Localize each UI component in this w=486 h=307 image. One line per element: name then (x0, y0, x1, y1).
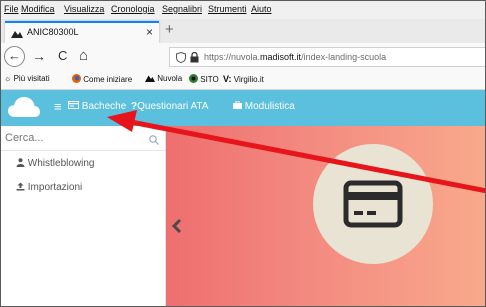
menu-file-label: File (4, 4, 19, 14)
url-text: https://nuvola.madisoft.it/index-landing… (204, 52, 386, 62)
chevron-left-icon[interactable] (170, 218, 182, 234)
navigation-bar: ← → C ⌂ https://nuvola.madisoft.it/index… (1, 43, 485, 71)
cloud-favicon-icon (11, 31, 23, 38)
briefcase-icon (233, 100, 242, 109)
hamburger-menu-icon[interactable]: ≡ (54, 99, 62, 114)
menu-file[interactable]: File (4, 4, 19, 14)
nav-questionari-label: Questionari ATA (137, 101, 209, 112)
tab-anic80300l[interactable]: ANIC80300L × (5, 21, 159, 43)
gear-icon: ☼ (4, 74, 12, 83)
search-box (3, 132, 161, 150)
site-icon (189, 74, 198, 83)
feature-icon-circle (313, 144, 433, 264)
shield-icon[interactable] (176, 52, 186, 63)
bookmark-label: Più visitati (13, 74, 50, 83)
bookmark-come-iniziare[interactable]: Come iniziare (72, 74, 132, 84)
menu-strumenti[interactable]: Strumenti (208, 4, 247, 14)
url-domain: madisoft.it (260, 52, 302, 62)
nav-modulistica[interactable]: Modulistica (233, 100, 295, 112)
bookmark-piu-visitati[interactable]: ☼ Più visitati (4, 74, 50, 83)
tab-strip: ANIC80300L × + (1, 19, 485, 43)
sidebar-item-label: Whistleblowing (27, 158, 95, 169)
menu-bar: File Modifica Visualizza Cronologia Segn… (1, 1, 485, 19)
bookmark-nuvola[interactable]: Nuvola (145, 74, 182, 83)
nav-modulistica-label: Modulistica (244, 101, 295, 112)
menu-segnalibri-label: Segnalibri (162, 4, 203, 14)
cloud-icon (145, 75, 155, 82)
menu-modifica[interactable]: Modifica (21, 4, 55, 14)
nuvola-logo-icon[interactable] (7, 95, 41, 119)
menu-aiuto-label: Aiuto (251, 4, 272, 14)
app-header: ≡ Bacheche ?Questionari ATA Modulistica (1, 90, 485, 126)
menu-modifica-label: Modifica (21, 4, 55, 14)
browser-window: File Modifica Visualizza Cronologia Segn… (0, 0, 486, 307)
bookmark-label: SITO (200, 75, 219, 84)
bookmark-label: Nuvola (157, 74, 183, 83)
menu-segnalibri[interactable]: Segnalibri (162, 4, 202, 14)
tab-close-icon[interactable]: × (146, 25, 153, 39)
sidebar-item-importazioni[interactable]: Importazioni (16, 182, 82, 193)
menu-cronologia[interactable]: Cronologia (111, 4, 155, 14)
sidebar: Whistleblowing Importazioni (1, 126, 166, 306)
search-icon[interactable] (149, 135, 159, 145)
sidebar-item-label: Importazioni (27, 182, 83, 193)
menu-strumenti-label: Strumenti (208, 4, 247, 14)
back-icon[interactable]: ← (4, 46, 25, 67)
main-content (166, 126, 485, 306)
url-path: /index-landing-scuola (301, 52, 387, 62)
url-prefix: https://nuvola. (204, 52, 261, 62)
menu-cronologia-label: Cronologia (111, 4, 155, 14)
bookmark-sito[interactable]: SITO (189, 74, 219, 84)
sidebar-item-whistleblowing[interactable]: Whistleblowing (16, 158, 94, 169)
bookmark-virgilio[interactable]: V: Virgilio.it (223, 74, 264, 84)
credit-card-icon (343, 180, 403, 228)
card-icon (68, 101, 79, 109)
nav-bacheche[interactable]: Bacheche (68, 101, 126, 112)
tab-title: ANIC80300L (27, 27, 79, 37)
search-input[interactable] (5, 132, 125, 144)
forward-icon[interactable]: → (32, 48, 46, 64)
users-icon (16, 158, 25, 167)
bookmarks-bar: ☼ Più visitati Come iniziare Nuvola SITO… (1, 71, 485, 90)
menu-aiuto[interactable]: Aiuto (251, 4, 272, 14)
menu-visualizza[interactable]: Visualizza (64, 4, 104, 14)
menu-visualizza-label: Visualizza (64, 4, 105, 14)
bookmark-label: Come iniziare (83, 75, 133, 84)
home-icon[interactable]: ⌂ (79, 47, 88, 64)
upload-icon (16, 182, 25, 191)
url-bar[interactable]: https://nuvola.madisoft.it/index-landing… (169, 47, 485, 67)
sidebar-divider (1, 150, 165, 151)
lock-icon[interactable] (190, 52, 199, 63)
nav-bacheche-label: Bacheche (81, 101, 127, 112)
bookmark-label: Virgilio.it (233, 75, 264, 84)
new-tab-icon[interactable]: + (165, 21, 174, 38)
firefox-icon (72, 74, 81, 83)
nav-questionari-ata[interactable]: ?Questionari ATA (131, 101, 208, 112)
reload-icon[interactable]: C (58, 48, 67, 63)
virgilio-icon: V: (223, 74, 232, 84)
